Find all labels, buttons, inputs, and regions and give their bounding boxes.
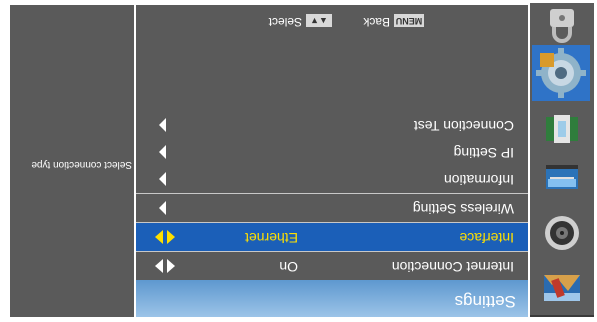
main-menu-icon-strip bbox=[530, 3, 594, 317]
select-hint-label: Select bbox=[268, 15, 302, 29]
row-value: Ethernet bbox=[245, 230, 298, 246]
picture-icon[interactable] bbox=[540, 267, 584, 307]
row-label: Internet Connection bbox=[391, 259, 514, 275]
help-text: Select connection type bbox=[31, 159, 132, 170]
screen-margin bbox=[0, 0, 10, 322]
menu-item-wireless-setting[interactable]: Wireless Setting bbox=[136, 193, 528, 222]
menu-item-ip-setting[interactable]: IP Setting bbox=[136, 138, 528, 166]
lock-icon[interactable] bbox=[540, 5, 584, 45]
row-label: Wireless Setting bbox=[412, 201, 514, 217]
menu-item-connection-test[interactable]: Connection Test bbox=[136, 111, 528, 139]
menu-item-internet-connection[interactable]: Internet Connection On bbox=[136, 251, 528, 280]
menu-footer: MENU Back ▲▼ Select bbox=[136, 5, 528, 35]
menu-item-interface[interactable]: Interface Ethernet bbox=[136, 222, 528, 251]
chevron-right-icon bbox=[159, 145, 166, 159]
row-label: Connection Test bbox=[413, 118, 514, 134]
row-label: Interface bbox=[459, 230, 514, 246]
chevron-right-icon bbox=[159, 172, 166, 186]
left-right-arrow-icon[interactable] bbox=[155, 230, 175, 244]
chevron-right-icon bbox=[159, 118, 166, 132]
back-hint-label: Back bbox=[363, 15, 390, 29]
menu-header: Settings bbox=[136, 280, 528, 317]
sound-icon[interactable] bbox=[540, 213, 584, 253]
up-down-key-badge: ▲▼ bbox=[306, 14, 332, 27]
page-title: Settings bbox=[454, 292, 516, 311]
chevron-right-icon bbox=[159, 201, 166, 215]
left-right-arrow-icon[interactable] bbox=[155, 259, 175, 273]
row-label: IP Setting bbox=[453, 145, 514, 161]
row-label: Information bbox=[443, 172, 514, 188]
usb-icon[interactable] bbox=[540, 109, 584, 149]
network-settings-icon[interactable] bbox=[532, 45, 590, 101]
channel-icon[interactable] bbox=[540, 159, 584, 199]
tv-screen: Settings Internet Connection On Interfac… bbox=[0, 0, 597, 322]
menu-key-badge: MENU bbox=[394, 14, 424, 27]
help-panel: Select connection type bbox=[10, 5, 134, 317]
menu-item-information[interactable]: Information bbox=[136, 165, 528, 193]
settings-menu: Settings Internet Connection On Interfac… bbox=[136, 5, 528, 317]
row-value: On bbox=[279, 259, 298, 275]
